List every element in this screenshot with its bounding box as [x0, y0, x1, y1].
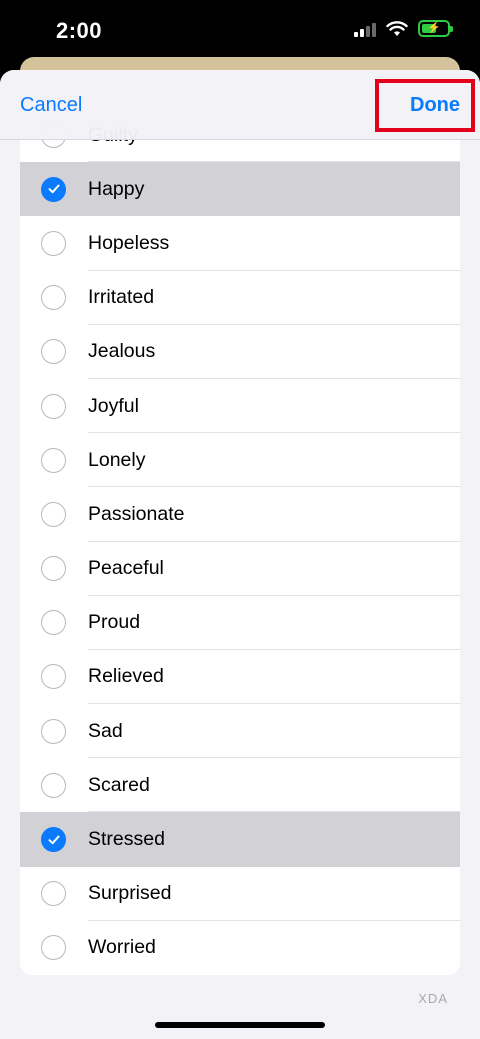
xda-watermark-logo: XDA: [418, 991, 448, 1006]
list-item-label: Hopeless: [88, 231, 170, 254]
list-item-label: Irritated: [88, 286, 155, 309]
empty-circle-icon[interactable]: [41, 610, 66, 636]
sheet-navbar: Cancel Done: [0, 70, 480, 140]
list-item-label: Stressed: [88, 828, 165, 851]
cancel-button[interactable]: Cancel: [20, 94, 82, 117]
empty-circle-icon[interactable]: [41, 718, 66, 744]
list-item-surprised[interactable]: Surprised: [20, 866, 460, 921]
empty-circle-icon[interactable]: [41, 935, 66, 961]
list-item-joyful[interactable]: Joyful: [20, 378, 460, 434]
battery-charging-icon: ⚡: [418, 20, 453, 37]
empty-circle-icon[interactable]: [41, 285, 66, 311]
list-item-label: Lonely: [88, 448, 146, 471]
empty-circle-icon[interactable]: [41, 881, 66, 907]
empty-circle-icon[interactable]: [41, 447, 66, 473]
home-indicator[interactable]: [155, 1022, 325, 1028]
list-item-jealous[interactable]: Jealous: [20, 324, 460, 379]
empty-circle-icon[interactable]: [41, 393, 66, 419]
list-item-peaceful[interactable]: Peaceful: [20, 541, 460, 596]
list-item-label: Surprised: [88, 882, 172, 905]
cellular-signal-icon: [354, 21, 376, 37]
list-item-label: Scared: [88, 773, 150, 796]
empty-circle-icon[interactable]: [41, 664, 66, 690]
empty-circle-icon[interactable]: [41, 556, 66, 582]
list-item-label: Passionate: [88, 502, 185, 525]
status-icons: ⚡: [354, 20, 453, 37]
list-item-hopeless[interactable]: Hopeless: [20, 216, 460, 271]
empty-circle-icon[interactable]: [41, 230, 66, 256]
list-item-label: Peaceful: [88, 557, 164, 580]
feelings-list: GuiltyHappyHopelessIrritatedJealousJoyfu…: [20, 108, 460, 975]
list-item-label: Sad: [88, 719, 123, 742]
list-item-happy[interactable]: Happy: [20, 162, 460, 217]
empty-circle-icon[interactable]: [41, 501, 66, 527]
list-item-stressed[interactable]: Stressed: [20, 812, 460, 867]
list-item-label: Relieved: [88, 665, 164, 688]
list-item-label: Worried: [88, 936, 156, 959]
list-item-sad[interactable]: Sad: [20, 704, 460, 759]
list-item-proud[interactable]: Proud: [20, 595, 460, 650]
empty-circle-icon[interactable]: [41, 772, 66, 798]
list-item-label: Happy: [88, 177, 145, 200]
list-item-scared[interactable]: Scared: [20, 758, 460, 813]
empty-circle-icon[interactable]: [41, 339, 66, 365]
checkmark-circle-icon[interactable]: [41, 176, 66, 202]
status-time: 2:00: [56, 18, 103, 43]
list-item-relieved[interactable]: Relieved: [20, 649, 460, 705]
feelings-sheet: Cancel Done GuiltyHappyHopelessIrritated…: [0, 70, 480, 1039]
done-button[interactable]: Done: [410, 94, 460, 117]
status-bar: 2:00 ⚡: [0, 0, 480, 64]
list-item-lonely[interactable]: Lonely: [20, 433, 460, 488]
list-item-passionate[interactable]: Passionate: [20, 487, 460, 542]
list-item-label: Proud: [88, 611, 141, 634]
checkmark-circle-icon[interactable]: [41, 827, 66, 853]
wifi-icon: [386, 20, 408, 36]
list-item-worried[interactable]: Worried: [20, 920, 460, 975]
list-item-label: Joyful: [88, 394, 139, 417]
list-item-irritated[interactable]: Irritated: [20, 270, 460, 325]
list-item-label: Jealous: [88, 340, 156, 363]
